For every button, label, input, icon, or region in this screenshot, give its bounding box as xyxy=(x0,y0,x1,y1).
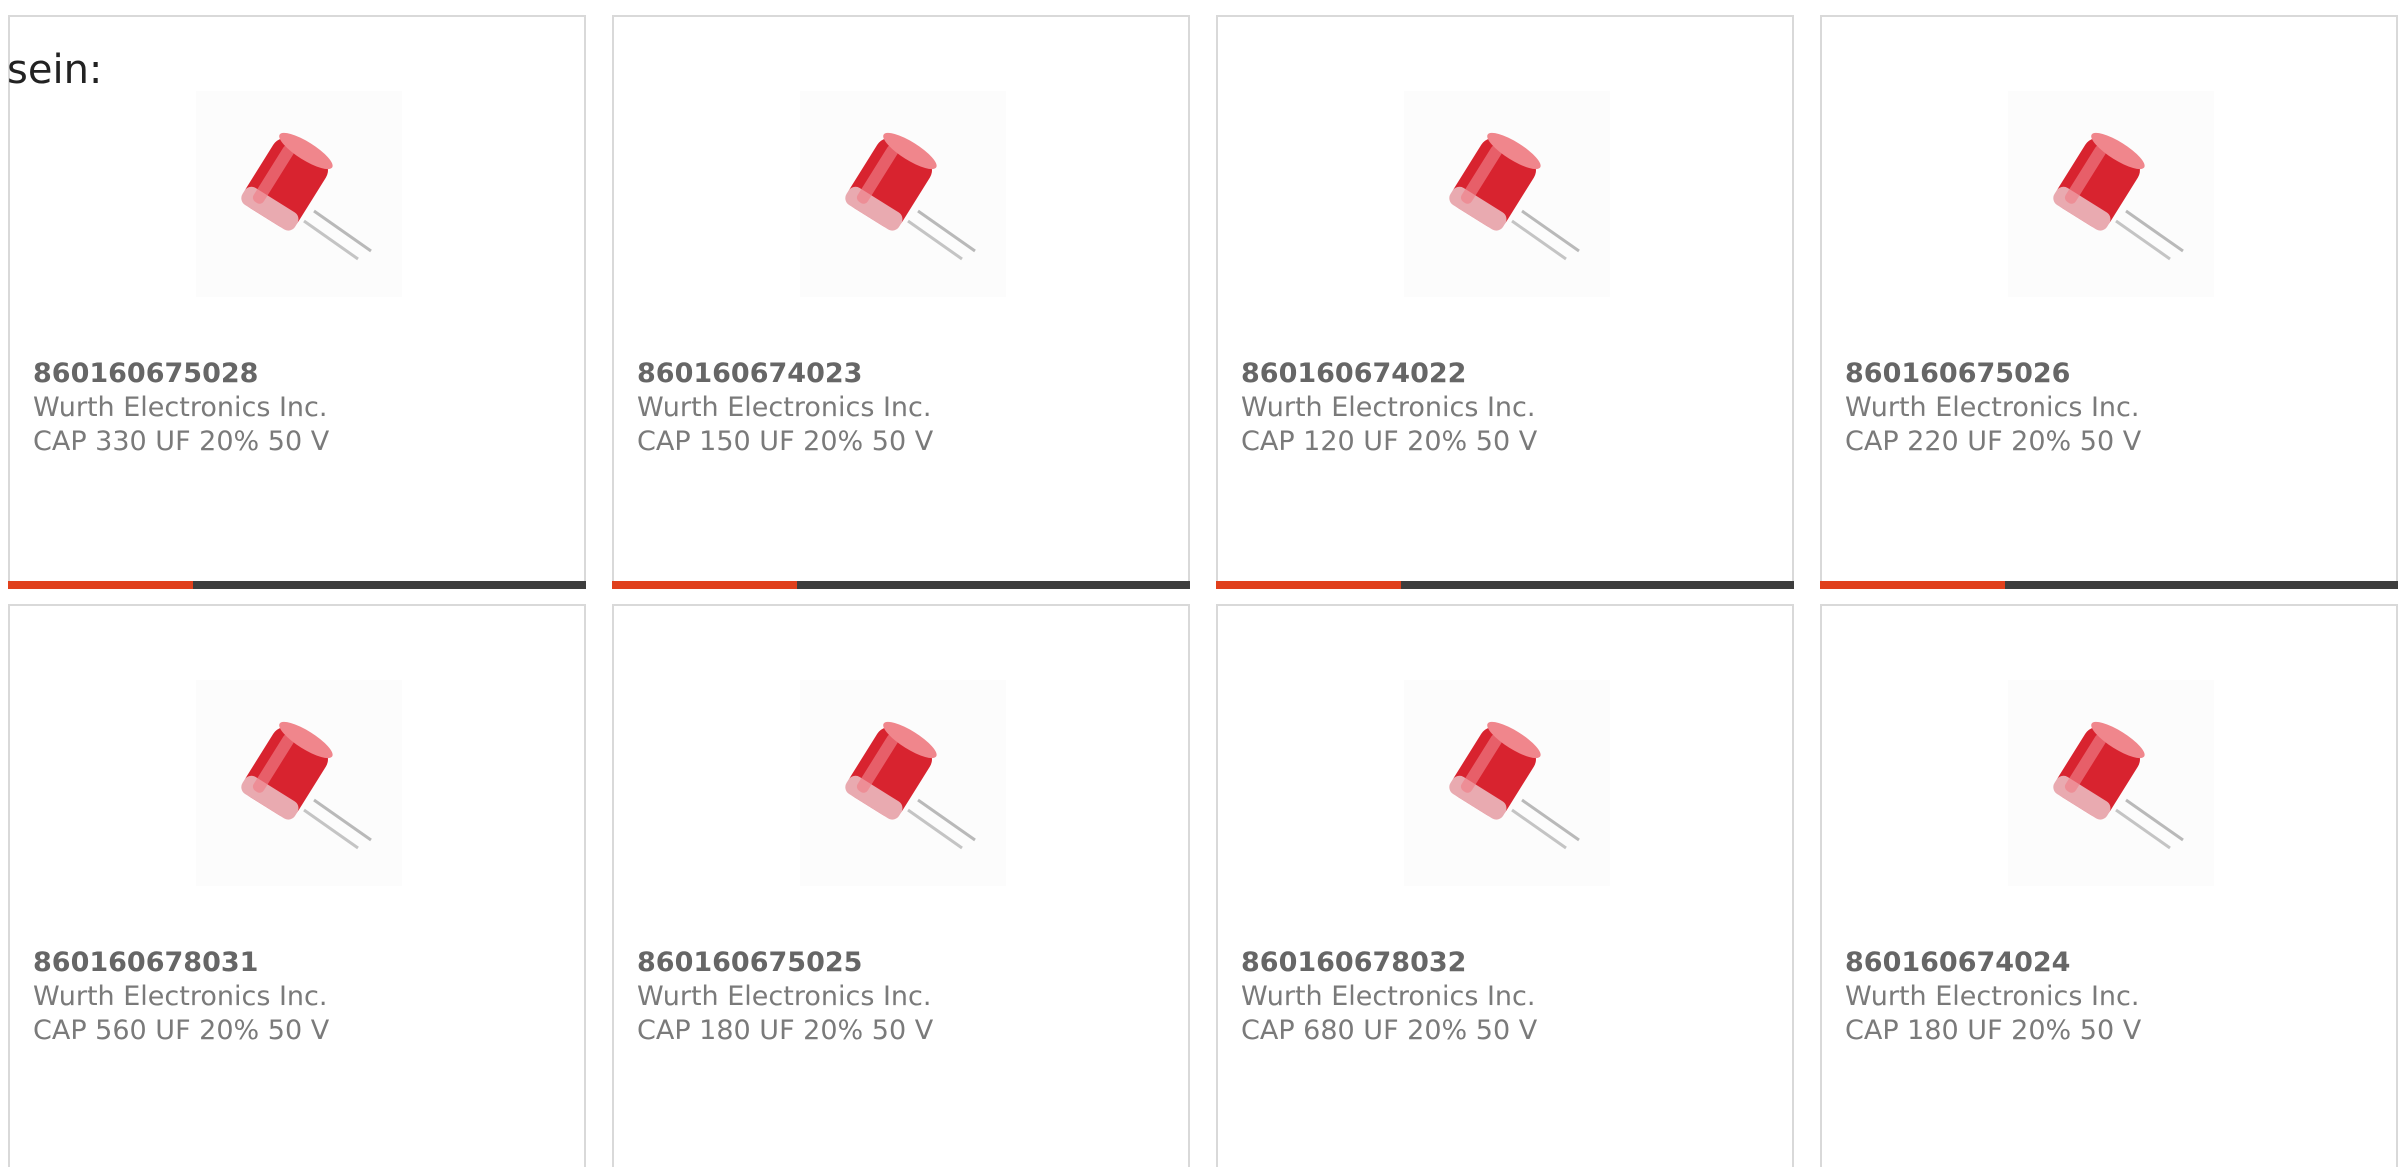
product-card[interactable]: 860160678031 Wurth Electronics Inc. CAP … xyxy=(8,604,586,1167)
product-description: CAP 120 UF 20% 50 V xyxy=(1241,426,1538,457)
card-progress-bar xyxy=(1216,581,1794,589)
intro-text: sein: xyxy=(7,47,103,93)
product-card[interactable]: 860160674023 Wurth Electronics Inc. CAP … xyxy=(612,15,1190,589)
capacitor-image[interactable] xyxy=(1404,680,1610,886)
product-description: CAP 220 UF 20% 50 V xyxy=(1845,426,2142,457)
card-progress-bar xyxy=(8,581,586,589)
capacitor-image[interactable] xyxy=(196,91,402,297)
card-progress-fill xyxy=(8,581,193,589)
product-info: 860160674022 Wurth Electronics Inc. CAP … xyxy=(1241,357,1772,459)
card-progress-fill xyxy=(1216,581,1401,589)
product-description: CAP 680 UF 20% 50 V xyxy=(1241,1015,1538,1046)
part-number-link[interactable]: 860160674023 xyxy=(637,357,1168,391)
card-progress-fill xyxy=(612,581,797,589)
capacitor-image[interactable] xyxy=(800,91,1006,297)
product-info: 860160675026 Wurth Electronics Inc. CAP … xyxy=(1845,357,2376,459)
manufacturer-name: Wurth Electronics Inc. xyxy=(637,981,932,1012)
product-info: 860160674023 Wurth Electronics Inc. CAP … xyxy=(637,357,1168,459)
manufacturer-name: Wurth Electronics Inc. xyxy=(1241,392,1536,423)
product-card[interactable]: 860160674024 Wurth Electronics Inc. CAP … xyxy=(1820,604,2398,1167)
part-number-link[interactable]: 860160678032 xyxy=(1241,946,1772,980)
product-info: 860160675025 Wurth Electronics Inc. CAP … xyxy=(637,946,1168,1048)
product-info: 860160678031 Wurth Electronics Inc. CAP … xyxy=(33,946,564,1048)
product-description: CAP 180 UF 20% 50 V xyxy=(1845,1015,2142,1046)
capacitor-image[interactable] xyxy=(2008,91,2214,297)
manufacturer-name: Wurth Electronics Inc. xyxy=(1241,981,1536,1012)
capacitor-image[interactable] xyxy=(2008,680,2214,886)
capacitor-image[interactable] xyxy=(800,680,1006,886)
product-description: CAP 180 UF 20% 50 V xyxy=(637,1015,934,1046)
product-grid: 860160675028 Wurth Electronics Inc. CAP … xyxy=(8,15,2398,1167)
product-card[interactable]: 860160675026 Wurth Electronics Inc. CAP … xyxy=(1820,15,2398,589)
product-info: 860160675028 Wurth Electronics Inc. CAP … xyxy=(33,357,564,459)
part-number-link[interactable]: 860160675028 xyxy=(33,357,564,391)
card-progress-bar xyxy=(612,581,1190,589)
manufacturer-name: Wurth Electronics Inc. xyxy=(33,981,328,1012)
product-description: CAP 330 UF 20% 50 V xyxy=(33,426,330,457)
part-number-link[interactable]: 860160674024 xyxy=(1845,946,2376,980)
card-progress-bar xyxy=(1820,581,2398,589)
manufacturer-name: Wurth Electronics Inc. xyxy=(637,392,932,423)
product-card[interactable]: 860160678032 Wurth Electronics Inc. CAP … xyxy=(1216,604,1794,1167)
product-info: 860160678032 Wurth Electronics Inc. CAP … xyxy=(1241,946,1772,1048)
manufacturer-name: Wurth Electronics Inc. xyxy=(1845,392,2140,423)
product-description: CAP 560 UF 20% 50 V xyxy=(33,1015,330,1046)
product-card[interactable]: 860160675025 Wurth Electronics Inc. CAP … xyxy=(612,604,1190,1167)
part-number-link[interactable]: 860160675026 xyxy=(1845,357,2376,391)
part-number-link[interactable]: 860160678031 xyxy=(33,946,564,980)
manufacturer-name: Wurth Electronics Inc. xyxy=(1845,981,2140,1012)
product-description: CAP 150 UF 20% 50 V xyxy=(637,426,934,457)
card-progress-fill xyxy=(1820,581,2005,589)
product-card[interactable]: 860160674022 Wurth Electronics Inc. CAP … xyxy=(1216,15,1794,589)
product-card[interactable]: 860160675028 Wurth Electronics Inc. CAP … xyxy=(8,15,586,589)
manufacturer-name: Wurth Electronics Inc. xyxy=(33,392,328,423)
capacitor-image[interactable] xyxy=(196,680,402,886)
product-info: 860160674024 Wurth Electronics Inc. CAP … xyxy=(1845,946,2376,1048)
product-grid-page: sein: 860160675028 Wurth Electronics Inc… xyxy=(0,0,2400,1167)
part-number-link[interactable]: 860160675025 xyxy=(637,946,1168,980)
capacitor-image[interactable] xyxy=(1404,91,1610,297)
part-number-link[interactable]: 860160674022 xyxy=(1241,357,1772,391)
